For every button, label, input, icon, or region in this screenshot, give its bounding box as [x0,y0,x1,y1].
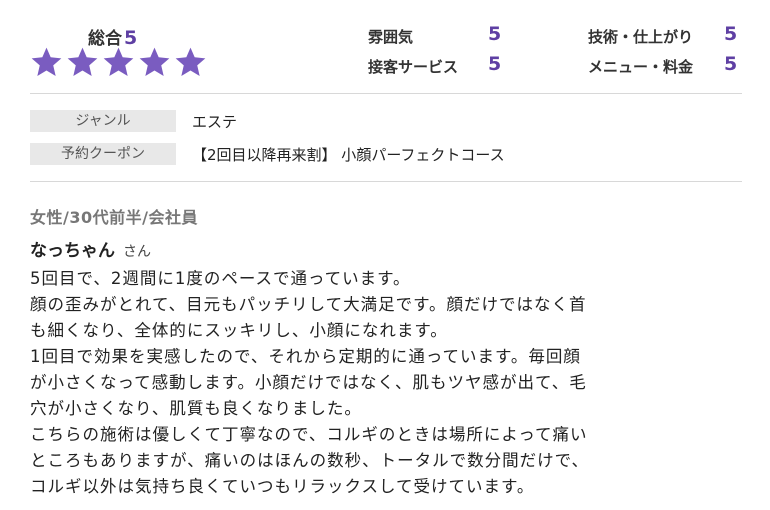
reviewer: なっちゃん さん [30,236,151,261]
star-icon [139,47,170,76]
overall-rating: 総合 5 [88,24,137,49]
review-line: 5回目で、2週間に1度のペースで通っています。 [30,269,411,288]
category-value-service: 5 [488,53,502,75]
genre-value: エステ [192,113,238,131]
category-label-technique: 技術・仕上がり [588,28,694,46]
category-label-atmosphere: 雰囲気 [368,28,414,46]
divider [30,93,742,94]
review-line: ところもありますが、痛いのはほんの数秒、トータルで数分間だけで、 [30,451,590,470]
star-icon [31,47,62,76]
star-rating [30,47,207,78]
overall-value: 5 [124,27,138,49]
reviewer-suffix: さん [123,244,151,260]
review-line: こちらの施術は優しくて丁寧なので、コルギのときは場所によって痛い [30,425,588,444]
reviewer-meta: 女性/30代前半/会社員 [30,208,198,227]
genre-label: ジャンル [30,110,176,132]
review-line: が小さくなって感動します。小顔だけではなく、肌もツヤ感が出て、毛 [30,373,587,392]
category-value-technique: 5 [724,23,738,45]
overall-label: 総合 [88,29,122,49]
star-icon [103,47,134,76]
review-body: 5回目で、2週間に1度のペースで通っています。 顔の歪みがとれて、目元もパッチリ… [30,266,742,500]
review-line: 1回目で効果を実感したので、それから定期的に通っています。毎回顔 [30,347,581,366]
category-value-atmosphere: 5 [488,23,502,45]
review-line: 顔の歪みがとれて、目元もパッチリして大満足です。顔だけではなく首 [30,295,587,314]
category-value-menu-price: 5 [724,53,738,75]
review-line: コルギ以外は気持ち良くていつもリラックスして受けています。 [30,477,535,496]
coupon-link[interactable]: 【2回目以降再来割】 小顔パーフェクトコース [192,144,505,165]
category-label-menu-price: メニュー・料金 [588,58,694,76]
review-line: 穴が小さくなり、肌質も良くなりました。 [30,399,362,418]
coupon-label: 予約クーポン [30,143,176,165]
star-icon [175,47,206,76]
category-label-service: 接客サービス [368,58,459,76]
star-icon [67,47,98,76]
reviewer-name: なっちゃん [30,241,115,261]
divider [30,181,742,182]
review-line: も細くなり、全体的にスッキリし、小顔になれます。 [30,321,448,340]
